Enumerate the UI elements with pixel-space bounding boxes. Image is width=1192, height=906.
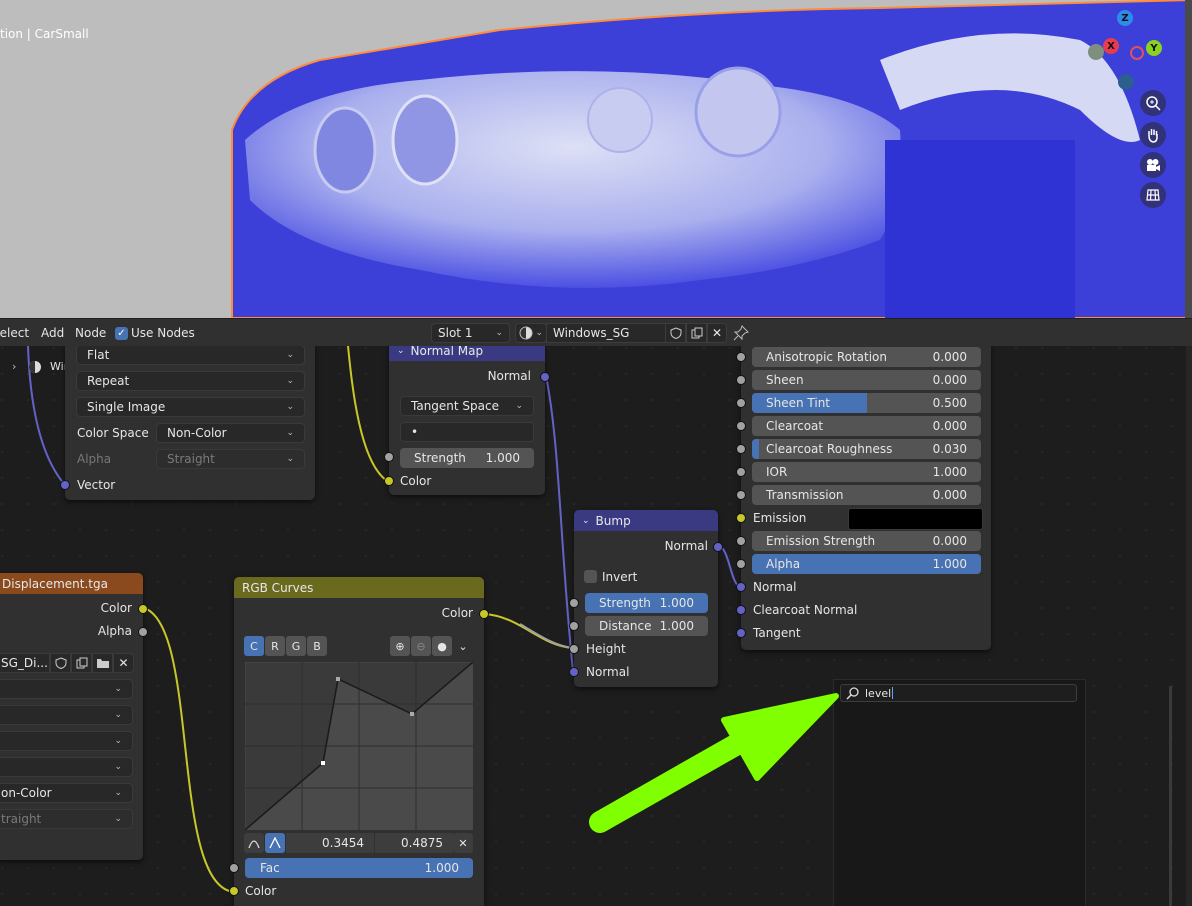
hand-icon[interactable] — [1140, 122, 1166, 148]
unlink-material-button[interactable]: ✕ — [707, 323, 727, 343]
copy-icon — [691, 327, 702, 339]
slot-value: Slot 1 — [438, 326, 473, 340]
fake-user-button[interactable] — [665, 323, 686, 343]
slot-dropdown[interactable]: Slot 1 ⌄ — [431, 323, 510, 343]
menu-node[interactable]: Node — [75, 326, 106, 340]
use-nodes-checkbox[interactable]: ✓ — [115, 327, 128, 340]
gizmo-neg-z-axis[interactable] — [1118, 74, 1134, 90]
pin-icon[interactable] — [733, 325, 749, 344]
gizmo-neg-y-axis[interactable] — [1088, 44, 1104, 60]
gizmo-x-axis[interactable]: X — [1103, 38, 1119, 54]
annotation-arrow — [589, 693, 839, 833]
camera-icon[interactable] — [1140, 152, 1166, 178]
chevron-down-icon: ⌄ — [535, 328, 543, 338]
material-browse-button[interactable]: ⌄ — [515, 323, 547, 343]
use-nodes-label: Use Nodes — [131, 326, 195, 340]
car-render — [231, 0, 1192, 318]
3d-viewport[interactable]: tion | CarSmall Z X Y — [0, 0, 1192, 318]
viewport-object-label: tion | CarSmall — [0, 27, 89, 41]
node-editor-canvas[interactable]: › Windows_SG Flat⌄ Repeat⌄ Single Image⌄… — [0, 346, 1192, 906]
zoom-icon[interactable] — [1140, 90, 1166, 116]
grid-icon[interactable] — [1140, 182, 1166, 208]
chevron-down-icon: ⌄ — [495, 328, 503, 338]
material-sphere-icon — [519, 326, 533, 340]
close-icon: ✕ — [711, 326, 723, 340]
gizmo-y-axis[interactable]: Y — [1146, 40, 1162, 56]
menu-select[interactable]: Select — [0, 326, 29, 340]
gizmo-neg-x-axis[interactable] — [1130, 46, 1144, 60]
material-name: Windows_SG — [553, 326, 630, 340]
node-editor-header: Select Add Node ✓ Use Nodes Slot 1 ⌄ ⌄ W… — [0, 318, 1192, 347]
material-name-field[interactable]: Windows_SG — [546, 323, 666, 343]
duplicate-material-button[interactable] — [686, 323, 707, 343]
gizmo-z-axis[interactable]: Z — [1117, 10, 1133, 26]
menu-add[interactable]: Add — [41, 326, 64, 340]
shield-icon — [670, 327, 681, 339]
